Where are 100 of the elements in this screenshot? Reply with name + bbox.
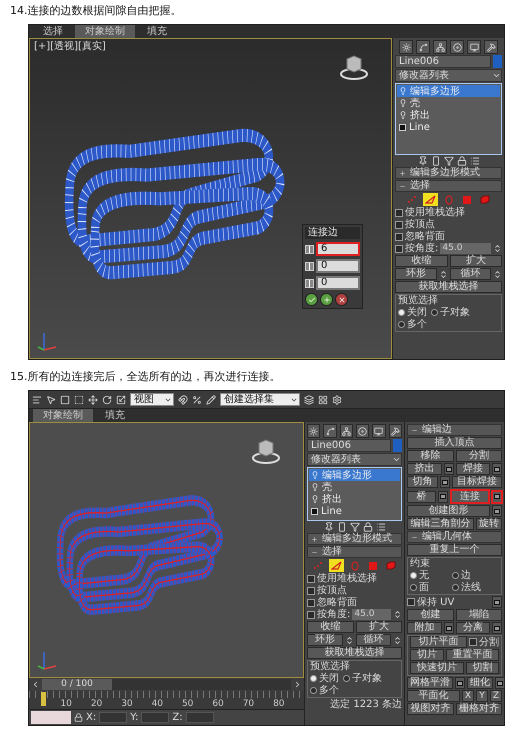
command-button[interactable]: 栅格对齐: [456, 703, 502, 715]
radio-button[interactable]: [398, 321, 405, 328]
settings-button[interactable]: [495, 677, 505, 689]
color-swatch[interactable]: [493, 55, 502, 68]
slider-thumb[interactable]: 0 / 100: [42, 679, 112, 690]
checkbox[interactable]: [307, 586, 315, 594]
color-swatch[interactable]: [393, 439, 402, 452]
radio-button[interactable]: [410, 584, 417, 591]
command-button[interactable]: 附加: [407, 622, 442, 634]
stack-item[interactable]: 挤出: [397, 109, 500, 121]
checkbox[interactable]: [469, 638, 477, 646]
modifier-list-dropdown[interactable]: 修改器列表: [307, 453, 402, 466]
command-button[interactable]: 分离: [456, 622, 490, 634]
magnet-icon[interactable]: [178, 394, 188, 404]
command-button[interactable]: 重置平面: [446, 649, 499, 661]
coordinate-field[interactable]: [186, 712, 214, 723]
command-button[interactable]: 插入顶点: [407, 437, 502, 449]
rollout-header[interactable]: 编辑边: [407, 424, 502, 436]
script-field[interactable]: [31, 711, 71, 724]
command-button[interactable]: 切割: [466, 662, 499, 674]
checkbox[interactable]: [395, 232, 403, 240]
rollout-header[interactable]: 编辑几何体: [407, 531, 502, 543]
move-icon[interactable]: [88, 394, 98, 404]
command-button[interactable]: 旋转: [476, 518, 502, 530]
spinner-icon[interactable]: [344, 636, 354, 644]
command-button[interactable]: 扩大: [450, 255, 502, 267]
settings-button[interactable]: [492, 505, 502, 517]
stack-item[interactable]: 挤出: [309, 493, 400, 505]
panel-tab[interactable]: [340, 424, 353, 438]
angle-field[interactable]: 45.0: [440, 243, 491, 254]
stack-item[interactable]: Line: [397, 121, 500, 133]
panel-tab[interactable]: [356, 424, 370, 438]
lock-icon[interactable]: [362, 522, 372, 532]
square-icon[interactable]: [60, 394, 70, 404]
viewport[interactable]: [+][透视][真实] 连接边 6 0 0: [29, 38, 392, 359]
command-button[interactable]: 切片平面: [410, 636, 467, 648]
radio-button[interactable]: [310, 687, 317, 694]
command-button[interactable]: 收缩: [395, 255, 448, 267]
selection-set-dropdown[interactable]: 创建选择集: [220, 393, 300, 406]
settings-icon[interactable]: [332, 394, 342, 404]
command-button[interactable]: 焊接: [456, 463, 490, 475]
time-slider-thumb[interactable]: [41, 692, 46, 706]
settings-button[interactable]: [444, 463, 454, 475]
radio-button[interactable]: [452, 584, 459, 591]
lock-icon[interactable]: [74, 713, 83, 722]
command-button[interactable]: 挤出: [407, 463, 442, 475]
funnel-icon[interactable]: [444, 156, 454, 166]
command-button[interactable]: 切片: [410, 649, 444, 661]
command-button[interactable]: 网格平滑: [407, 677, 453, 689]
rectangle-icon[interactable]: [336, 522, 346, 532]
rollout-header[interactable]: 编辑多边形模式: [307, 533, 402, 545]
command-button[interactable]: 分割: [456, 450, 502, 462]
ribbon-tab[interactable]: 填充: [137, 25, 177, 38]
radio-button[interactable]: [398, 309, 405, 316]
spinner-field[interactable]: 0: [316, 276, 360, 290]
panel-tab[interactable]: [388, 424, 402, 438]
coordinate-field[interactable]: [99, 712, 128, 723]
command-button[interactable]: 循环: [450, 268, 491, 280]
settings-button[interactable]: [438, 490, 448, 502]
dashed-square-icon[interactable]: [74, 394, 84, 404]
pin-icon[interactable]: [418, 156, 428, 166]
command-button[interactable]: 视图对齐: [407, 703, 454, 715]
command-button[interactable]: 移除: [407, 450, 454, 462]
command-button[interactable]: 连接: [450, 489, 490, 504]
chevron-left-icon[interactable]: [31, 680, 40, 689]
command-button[interactable]: 桥: [407, 490, 436, 502]
angle-field[interactable]: 45.0: [352, 609, 391, 620]
spinner-icon[interactable]: [393, 610, 402, 619]
ok-button[interactable]: [305, 293, 318, 306]
rotate-icon[interactable]: [102, 394, 112, 404]
checkbox[interactable]: [407, 598, 415, 606]
modifier-list-dropdown[interactable]: 修改器列表: [395, 69, 502, 82]
rollout-header[interactable]: 选择: [395, 180, 502, 192]
spinner-field[interactable]: 6: [316, 242, 360, 256]
settings-button[interactable]: [492, 463, 502, 475]
settings-button[interactable]: [440, 476, 450, 488]
ribbon-tab[interactable]: 选择: [33, 25, 73, 38]
checkbox[interactable]: [395, 220, 403, 228]
panel-tab[interactable]: [450, 40, 464, 54]
command-button[interactable]: 细化: [467, 677, 493, 689]
layers-icon[interactable]: [304, 394, 314, 404]
radio-button[interactable]: [452, 572, 459, 579]
axis-button[interactable]: Z: [490, 690, 502, 702]
lock-icon[interactable]: [456, 156, 466, 166]
radio-button[interactable]: [310, 675, 317, 682]
command-button[interactable]: 平面化: [407, 690, 460, 702]
view-dropdown[interactable]: 视图: [130, 393, 174, 406]
command-button[interactable]: 创建: [407, 609, 454, 621]
settings-button[interactable]: [492, 622, 502, 634]
coordinate-field[interactable]: [141, 712, 170, 723]
command-button[interactable]: 目标焊接: [452, 476, 502, 488]
command-button[interactable]: 环形: [395, 268, 436, 280]
command-button[interactable]: 扩大: [356, 621, 402, 633]
stack-item[interactable]: 壳: [397, 97, 500, 109]
radio-button[interactable]: [431, 309, 438, 316]
checkbox[interactable]: [395, 244, 403, 252]
radio-button[interactable]: [410, 572, 417, 579]
panel-tab[interactable]: [484, 40, 498, 54]
command-button[interactable]: 创建图形: [407, 505, 490, 517]
command-button[interactable]: 获取堆栈选择: [395, 281, 502, 293]
